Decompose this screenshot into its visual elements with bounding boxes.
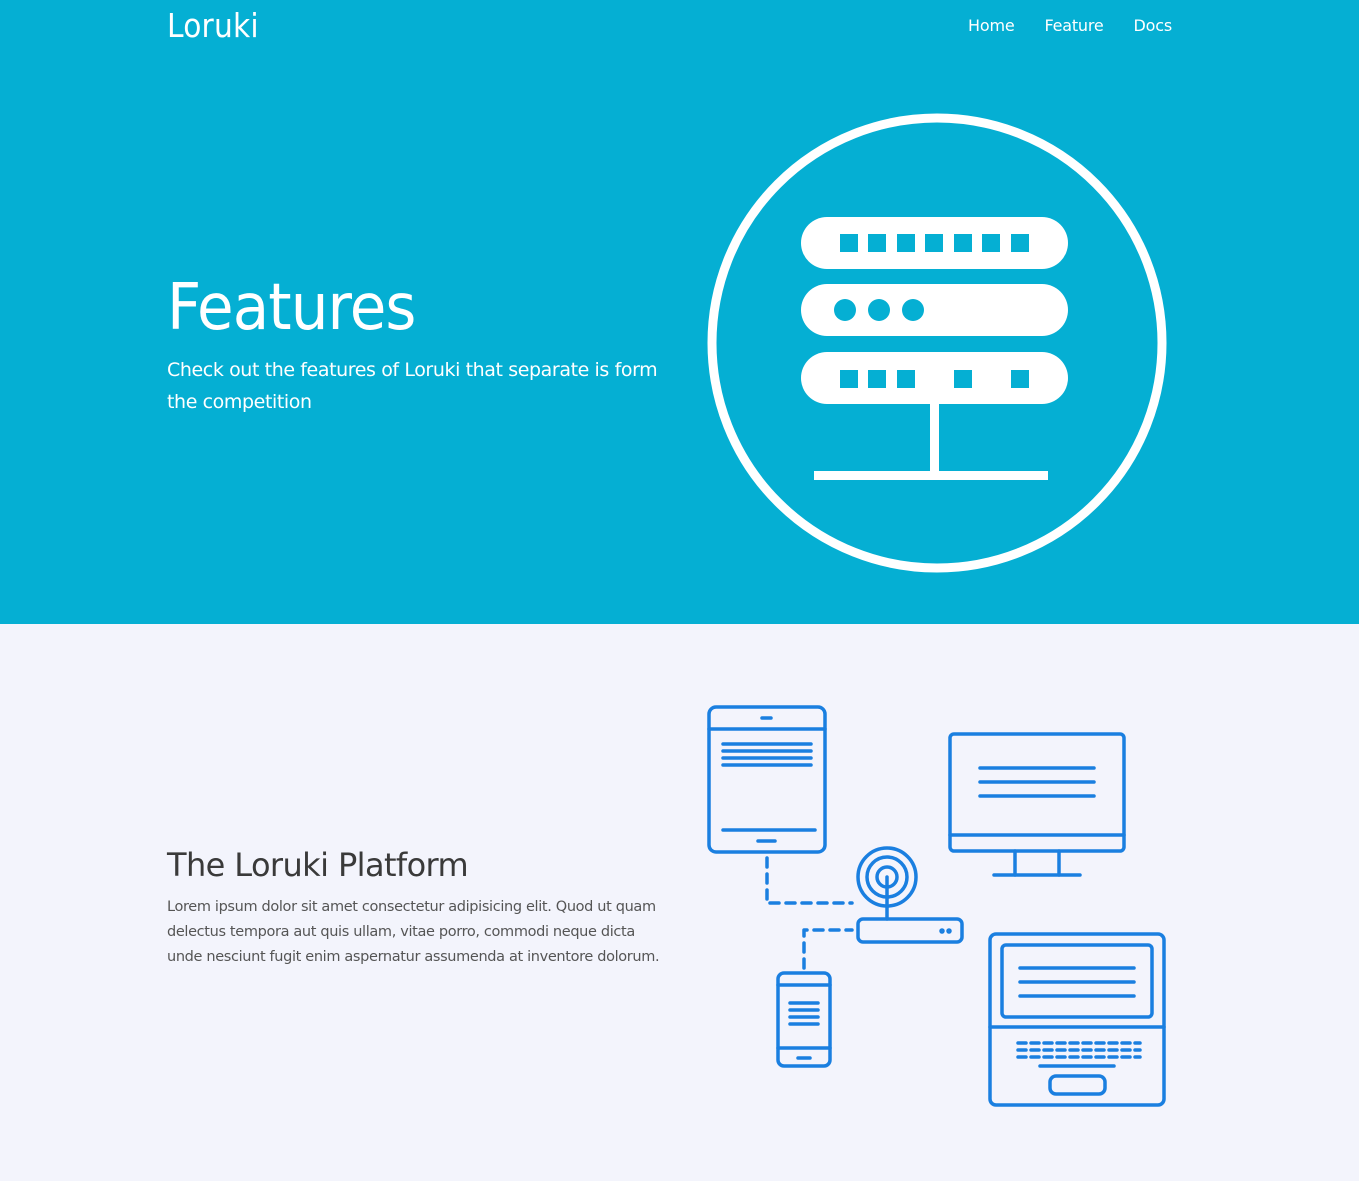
tablet-icon xyxy=(707,705,827,854)
rack-unit-2-dots xyxy=(834,299,924,321)
platform-text: Lorem ipsum dolor sit amet consectetur a… xyxy=(167,899,660,965)
rack-base xyxy=(814,471,1048,480)
nav-links: Home Feature Docs xyxy=(968,16,1172,35)
server-rack-icon xyxy=(707,113,1167,573)
logo[interactable]: Loruki xyxy=(167,6,259,45)
navbar: Loruki Home Feature Docs xyxy=(0,0,1359,54)
rack-stand xyxy=(930,404,939,472)
nav-link-docs[interactable]: Docs xyxy=(1134,16,1173,35)
hero-title: Features xyxy=(167,271,416,345)
router-icon xyxy=(856,846,964,944)
phone-icon xyxy=(776,971,832,1068)
platform-title: The Loruki Platform xyxy=(167,846,469,884)
circle-outline xyxy=(707,113,1167,573)
phone-router-link xyxy=(802,928,854,970)
monitor-icon xyxy=(948,732,1126,877)
laptop-icon xyxy=(988,932,1166,1107)
hero-subtitle: Check out the features of Loruki that se… xyxy=(167,359,658,413)
hero-section: Loruki Home Feature Docs Features Check … xyxy=(0,0,1359,624)
nav-link-home[interactable]: Home xyxy=(968,16,1015,35)
connected-devices-icon xyxy=(707,705,1166,1107)
nav-link-feature[interactable]: Feature xyxy=(1044,16,1103,35)
tablet-router-link xyxy=(765,856,854,905)
